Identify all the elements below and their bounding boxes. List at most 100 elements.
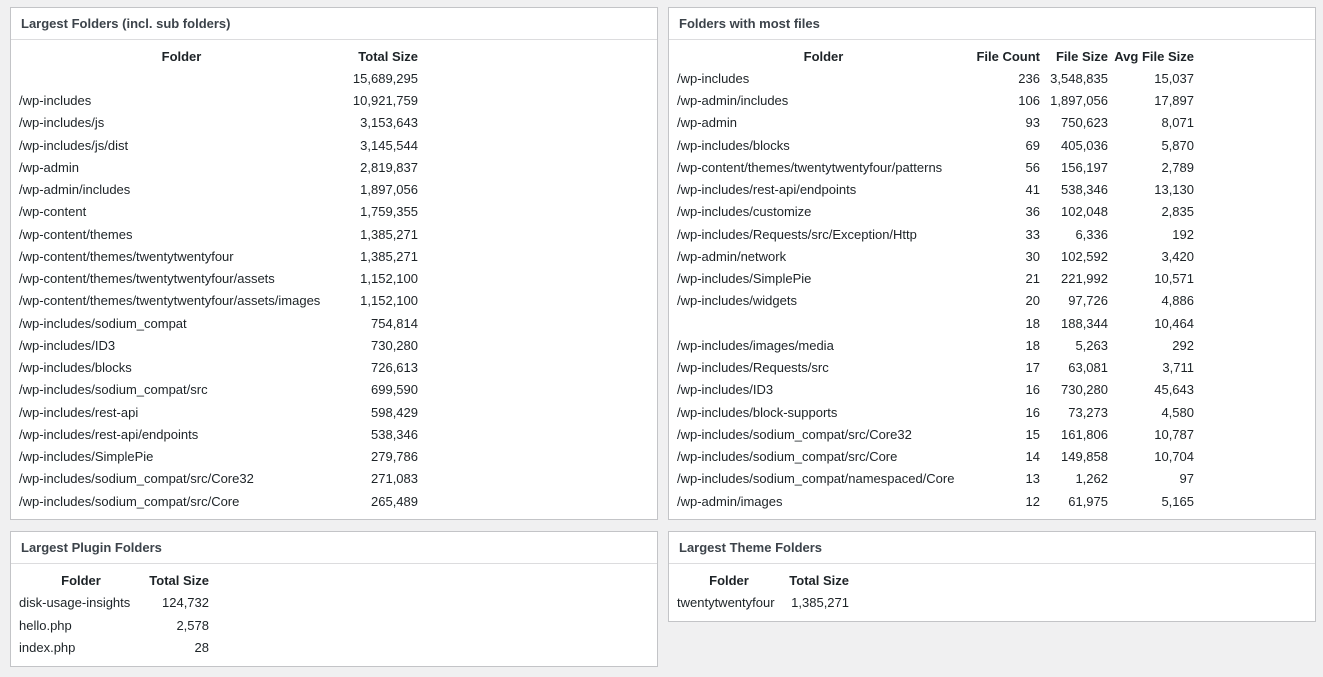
table-row: /wp-includes/blocks 726,613 — [18, 357, 419, 379]
folder-cell — [18, 67, 345, 89]
table-row: twentytwentyfour 1,385,271 — [676, 592, 850, 615]
value-cell: 15 — [1025, 426, 1040, 442]
folder-cell: /wp-includes/Requests/src/Exception/Http — [677, 226, 917, 242]
folder-cell: /wp-includes/ID3 — [19, 337, 116, 353]
value-cell: 538,346 — [371, 426, 418, 442]
value-cell: 221,992 — [1061, 271, 1108, 287]
value-cell: 106 — [1018, 93, 1040, 109]
value-cell: 5,165 — [1161, 493, 1194, 509]
value-cell: 3,153,643 — [360, 115, 418, 131]
value-cell: 730,280 — [1061, 382, 1108, 398]
table-row: /wp-includes/customize 36 102,048 2,835 — [676, 201, 1195, 223]
value-cell: 97 — [1179, 471, 1194, 487]
theme-folders-panel: Largest Theme Folders Folder Total Size … — [668, 531, 1316, 622]
table-header-row: Folder Total Size — [676, 569, 850, 592]
table-row: /wp-content/themes/twentytwentyfour/asse… — [18, 268, 419, 290]
value-cell: 10,571 — [1154, 271, 1194, 287]
value-cell: 41 — [1025, 182, 1040, 198]
table-row: /wp-includes/SimplePie 21 221,992 10,571 — [676, 268, 1195, 290]
value-cell: 5,263 — [1075, 337, 1108, 353]
value-cell: 292 — [1172, 337, 1194, 353]
column-header-file-size: File Size — [1055, 48, 1108, 64]
table-row: /wp-includes/sodium_compat/namespaced/Co… — [676, 468, 1195, 490]
largest-folders-body: 15,689,295/wp-includes 10,921,759/wp-incl… — [18, 67, 419, 512]
table-row: /wp-includes/sodium_compat/src/Core 265,4… — [18, 490, 419, 512]
folder-cell: /wp-includes/ID3 — [677, 382, 774, 398]
table-row: /wp-admin/images 12 61,975 5,165 — [676, 490, 1195, 512]
value-cell: 699,590 — [371, 382, 418, 398]
theme-folders-table: Folder Total Size twentytwentyfour 1,385,… — [676, 569, 850, 614]
value-cell: 271,083 — [371, 471, 418, 487]
plugin-folders-title: Largest Plugin Folders — [11, 532, 657, 564]
value-cell: 13 — [1025, 471, 1040, 487]
column-header-folder: Folder — [803, 48, 844, 64]
value-cell: 4,886 — [1161, 293, 1194, 309]
folder-cell: /wp-content/themes — [19, 226, 133, 242]
value-cell: 61,975 — [1068, 493, 1108, 509]
table-row: 18 188,344 10,464 — [676, 312, 1195, 334]
folder-cell: /wp-content/themes/twentytwentyfour/patt… — [677, 159, 943, 175]
value-cell: 36 — [1025, 204, 1040, 220]
value-cell: 405,036 — [1061, 137, 1108, 153]
folder-cell: /wp-includes/sodium_compat/src/Core — [19, 493, 240, 509]
value-cell: 750,623 — [1061, 115, 1108, 131]
column-header-total-size: Total Size — [789, 572, 849, 588]
value-cell: 726,613 — [371, 360, 418, 376]
value-cell: 102,048 — [1061, 204, 1108, 220]
table-row: /wp-admin 2,819,837 — [18, 156, 419, 178]
value-cell: 1,152,100 — [360, 271, 418, 287]
value-cell: 21 — [1025, 271, 1040, 287]
folder-cell: /wp-includes/sodium_compat/src — [19, 382, 208, 398]
value-cell: 4,580 — [1161, 404, 1194, 420]
folder-cell: /wp-includes/images/media — [677, 337, 834, 353]
folder-cell: /wp-content — [19, 204, 87, 220]
most-files-title: Folders with most files — [669, 8, 1315, 40]
value-cell: 45,643 — [1154, 382, 1194, 398]
table-row: /wp-admin 93 750,623 8,071 — [676, 112, 1195, 134]
value-cell: 6,336 — [1075, 226, 1108, 242]
folder-cell: /wp-includes/rest-api/endpoints — [19, 426, 199, 442]
table-row: /wp-includes/blocks 69 405,036 5,870 — [676, 134, 1195, 156]
value-cell: 10,704 — [1154, 449, 1194, 465]
folder-cell: /wp-includes/rest-api — [19, 404, 139, 420]
value-cell: 20 — [1025, 293, 1040, 309]
folder-cell: hello.php — [19, 617, 72, 633]
value-cell: 28 — [194, 640, 209, 656]
folder-cell: /wp-includes/blocks — [19, 360, 132, 376]
column-header-total-size: Total Size — [358, 48, 418, 64]
value-cell: 2,578 — [176, 617, 209, 633]
value-cell: 1,897,056 — [1050, 93, 1108, 109]
table-row: /wp-includes/sodium_compat/src/Core 14 149… — [676, 446, 1195, 468]
table-row: /wp-includes/ID3 730,280 — [18, 334, 419, 356]
value-cell: 538,346 — [1061, 182, 1108, 198]
value-cell: 161,806 — [1061, 426, 1108, 442]
plugin-folders-panel: Largest Plugin Folders Folder Total Size… — [10, 531, 658, 667]
value-cell: 1,385,271 — [791, 595, 849, 611]
value-cell: 3,548,835 — [1050, 70, 1108, 86]
value-cell: 33 — [1025, 226, 1040, 242]
folder-cell: disk-usage-insights — [19, 595, 131, 611]
table-row: /wp-includes/sodium_compat/src/Core32 15 1… — [676, 423, 1195, 445]
value-cell: 73,273 — [1068, 404, 1108, 420]
value-cell: 63,081 — [1068, 360, 1108, 376]
value-cell: 730,280 — [371, 337, 418, 353]
value-cell: 3,420 — [1161, 248, 1194, 264]
value-cell: 5,870 — [1161, 137, 1194, 153]
table-row: /wp-admin/includes 1,897,056 — [18, 179, 419, 201]
table-row: /wp-includes/js/dist 3,145,544 — [18, 134, 419, 156]
folder-cell: twentytwentyfour — [677, 595, 775, 611]
theme-folders-title: Largest Theme Folders — [669, 532, 1315, 564]
value-cell: 188,344 — [1061, 315, 1108, 331]
table-row: hello.php 2,578 — [18, 614, 210, 637]
value-cell: 102,592 — [1061, 248, 1108, 264]
column-header-file-count: File Count — [976, 48, 1040, 64]
value-cell: 1,897,056 — [360, 182, 418, 198]
column-header-folder: Folder — [709, 572, 749, 588]
folder-cell: /wp-includes/block-supports — [677, 404, 838, 420]
value-cell: 265,489 — [371, 493, 418, 509]
value-cell: 754,814 — [371, 315, 418, 331]
value-cell: 14 — [1025, 449, 1040, 465]
table-row: /wp-content/themes/twentytwentyfour/asse… — [18, 290, 419, 312]
folder-cell: /wp-includes — [19, 93, 92, 109]
value-cell: 13,130 — [1154, 182, 1194, 198]
